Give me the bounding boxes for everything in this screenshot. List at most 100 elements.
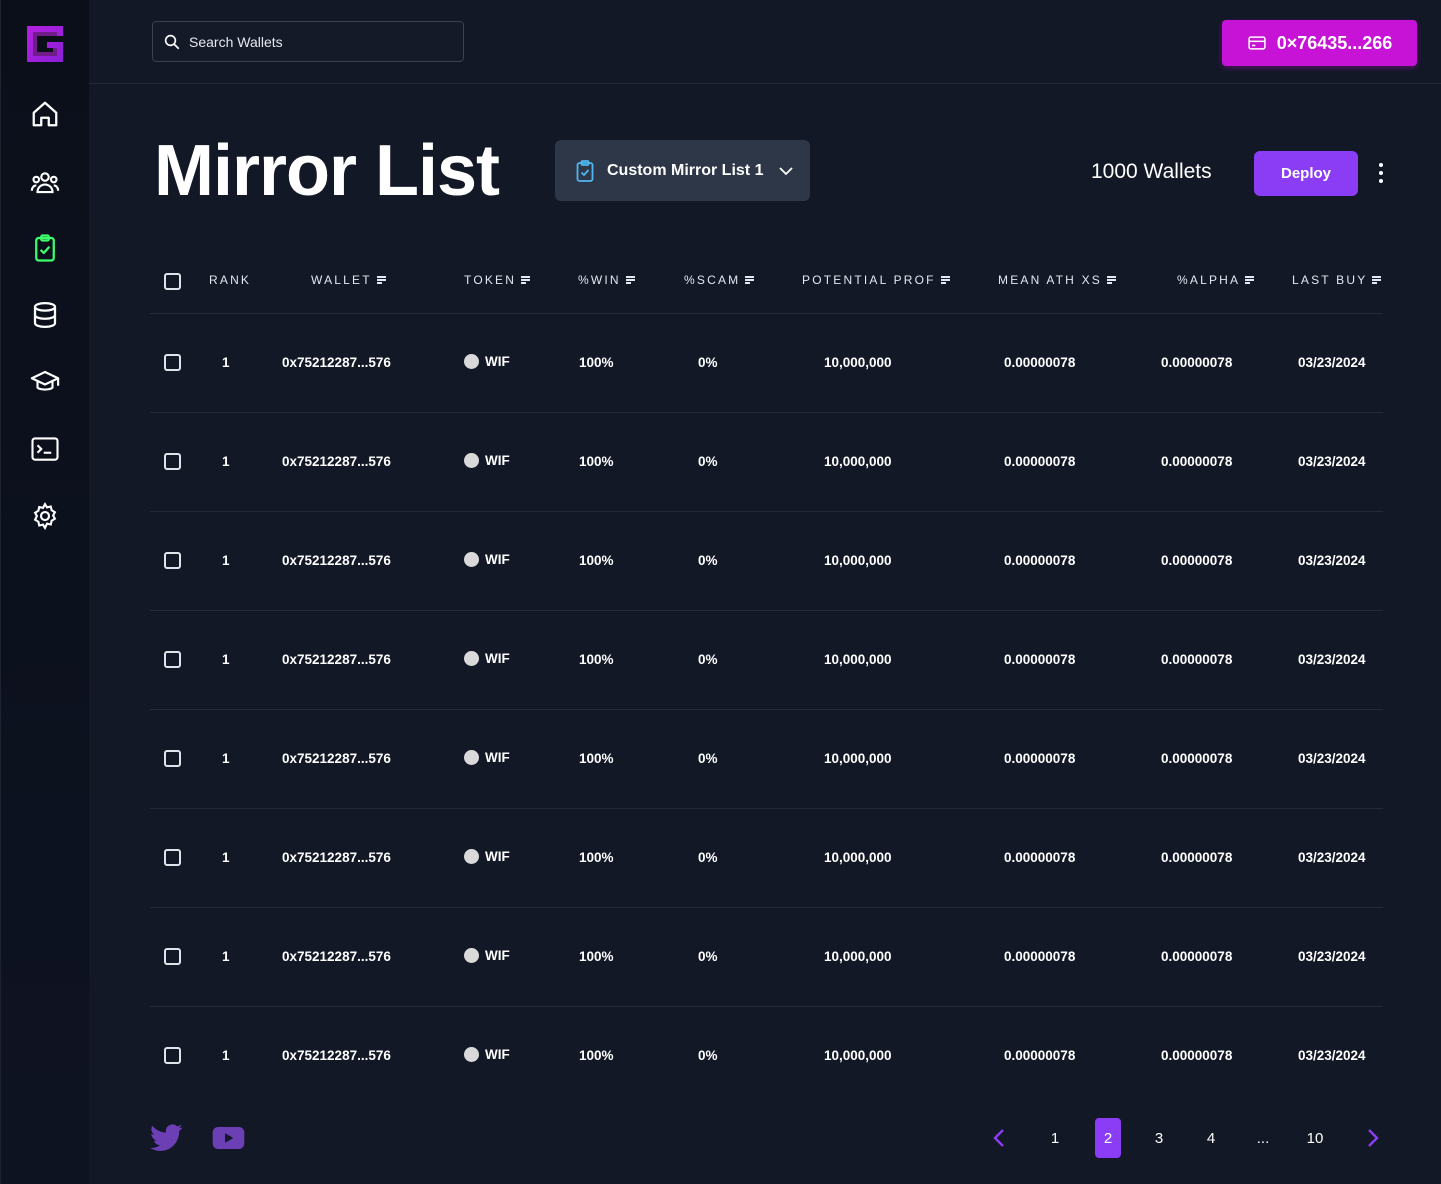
mirror-list-table: RANK WALLET TOKEN %WIN %SCAM POTENTIAL P… (150, 248, 1383, 1106)
page-title: Mirror List (154, 131, 500, 211)
column-token[interactable]: TOKEN (464, 273, 531, 287)
logo-icon[interactable] (27, 26, 63, 62)
row-checkbox[interactable] (164, 354, 181, 371)
sidebar-item-users[interactable] (29, 166, 61, 198)
youtube-icon[interactable] (212, 1124, 245, 1152)
page-10[interactable]: 10 (1302, 1118, 1328, 1158)
cell-wallet[interactable]: 0x75212287...576 (282, 1048, 391, 1063)
cell-last-buy: 03/23/2024 (1298, 949, 1366, 964)
cell-last-buy: 03/23/2024 (1298, 751, 1366, 766)
cell-win: 100% (579, 553, 614, 568)
sidebar-item-learn[interactable] (29, 366, 61, 398)
sidebar-item-home[interactable] (29, 98, 61, 130)
twitter-icon[interactable] (150, 1124, 183, 1152)
users-icon (30, 172, 60, 194)
cell-scam: 0% (698, 751, 718, 766)
cell-wallet[interactable]: 0x75212287...576 (282, 850, 391, 865)
search-input[interactable] (189, 33, 449, 50)
cell-alpha: 0.00000078 (1161, 751, 1233, 766)
row-checkbox[interactable] (164, 750, 181, 767)
token-label: WIF (485, 453, 510, 468)
sidebar-item-mirror-list[interactable] (29, 232, 61, 264)
table-row[interactable]: 1 0x75212287...576 WIF 100% 0% 10,000,00… (150, 908, 1383, 1007)
table-row[interactable]: 1 0x75212287...576 WIF 100% 0% 10,000,00… (150, 512, 1383, 611)
cell-mean-ath-xs: 0.00000078 (1004, 355, 1076, 370)
column-potential-profit[interactable]: POTENTIAL PROF (802, 273, 950, 287)
sort-icon (1245, 276, 1255, 284)
cell-mean-ath-xs: 0.00000078 (1004, 850, 1076, 865)
row-checkbox[interactable] (164, 552, 181, 569)
deploy-button[interactable]: Deploy (1254, 151, 1358, 196)
table-row[interactable]: 1 0x75212287...576 WIF 100% 0% 10,000,00… (150, 314, 1383, 413)
token-icon (464, 651, 479, 666)
table-row[interactable]: 1 0x75212287...576 WIF 100% 0% 10,000,00… (150, 611, 1383, 710)
cell-last-buy: 03/23/2024 (1298, 454, 1366, 469)
page-3[interactable]: 3 (1146, 1118, 1172, 1158)
column-scam[interactable]: %SCAM (684, 273, 755, 287)
column-rank[interactable]: RANK (209, 273, 251, 287)
table-row[interactable]: 1 0x75212287...576 WIF 100% 0% 10,000,00… (150, 413, 1383, 512)
page-ellipsis: ... (1256, 1129, 1270, 1147)
cell-win: 100% (579, 454, 614, 469)
token-icon (464, 849, 479, 864)
cell-mean-ath-xs: 0.00000078 (1004, 652, 1076, 667)
token-label: WIF (485, 552, 510, 567)
mirror-list-selector[interactable]: Custom Mirror List 1 (555, 140, 810, 201)
cell-potential-profit: 10,000,000 (824, 751, 892, 766)
cell-alpha: 0.00000078 (1161, 355, 1233, 370)
column-wallet[interactable]: WALLET (311, 273, 386, 287)
column-last-buy[interactable]: LAST BUY (1292, 273, 1382, 287)
table-row[interactable]: 1 0x75212287...576 WIF 100% 0% 10,000,00… (150, 710, 1383, 809)
sort-icon (1372, 276, 1382, 284)
row-checkbox[interactable] (164, 651, 181, 668)
cell-scam: 0% (698, 1048, 718, 1063)
pagination-prev-icon[interactable] (988, 1126, 1012, 1150)
cell-wallet[interactable]: 0x75212287...576 (282, 454, 391, 469)
cell-token: WIF (464, 552, 510, 567)
sidebar-item-terminal[interactable] (29, 433, 61, 465)
connected-wallet-button[interactable]: 0×76435...266 (1222, 20, 1417, 66)
page-1[interactable]: 1 (1042, 1118, 1068, 1158)
pagination-next-icon[interactable] (1360, 1126, 1384, 1150)
row-checkbox[interactable] (164, 453, 181, 470)
cell-alpha: 0.00000078 (1161, 850, 1233, 865)
token-icon (464, 354, 479, 369)
row-checkbox[interactable] (164, 1047, 181, 1064)
row-checkbox[interactable] (164, 948, 181, 965)
cell-wallet[interactable]: 0x75212287...576 (282, 751, 391, 766)
mirror-list-selector-label: Custom Mirror List 1 (607, 161, 764, 179)
cell-win: 100% (579, 355, 614, 370)
cell-win: 100% (579, 949, 614, 964)
cell-wallet[interactable]: 0x75212287...576 (282, 553, 391, 568)
table-row[interactable]: 1 0x75212287...576 WIF 100% 0% 10,000,00… (150, 1007, 1383, 1106)
cell-alpha: 0.00000078 (1161, 949, 1233, 964)
cell-alpha: 0.00000078 (1161, 652, 1233, 667)
cell-wallet[interactable]: 0x75212287...576 (282, 949, 391, 964)
cell-wallet[interactable]: 0x75212287...576 (282, 652, 391, 667)
cell-win: 100% (579, 1048, 614, 1063)
sidebar-item-settings[interactable] (29, 500, 61, 532)
clipboard-check-icon (576, 159, 594, 182)
cell-mean-ath-xs: 0.00000078 (1004, 553, 1076, 568)
cell-token: WIF (464, 849, 510, 864)
row-checkbox[interactable] (164, 849, 181, 866)
column-alpha[interactable]: %ALPHA (1177, 273, 1255, 287)
token-label: WIF (485, 948, 510, 963)
sort-icon (521, 276, 531, 284)
search-box[interactable] (152, 21, 464, 62)
page-4[interactable]: 4 (1198, 1118, 1224, 1158)
table-row[interactable]: 1 0x75212287...576 WIF 100% 0% 10,000,00… (150, 809, 1383, 908)
sort-icon (376, 276, 386, 284)
cell-scam: 0% (698, 949, 718, 964)
sidebar-item-database[interactable] (29, 299, 61, 331)
cell-token: WIF (464, 750, 510, 765)
token-icon (464, 453, 479, 468)
chevron-down-icon (779, 166, 794, 175)
column-mean-ath-xs[interactable]: MEAN ATH XS (998, 273, 1116, 287)
select-all-checkbox[interactable] (164, 273, 181, 290)
cell-rank: 1 (222, 850, 230, 865)
cell-wallet[interactable]: 0x75212287...576 (282, 355, 391, 370)
more-options-icon[interactable] (1372, 160, 1390, 186)
page-2[interactable]: 2 (1095, 1118, 1121, 1158)
column-win[interactable]: %WIN (578, 273, 635, 287)
